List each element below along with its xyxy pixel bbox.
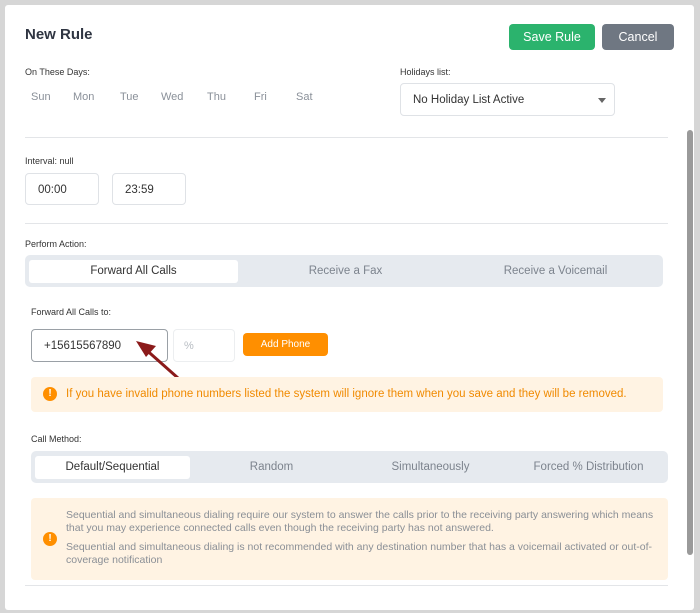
tab-forced-distribution[interactable]: Forced % Distribution xyxy=(511,456,666,479)
day-thu[interactable]: Thu xyxy=(207,91,226,103)
percent-input[interactable]: % xyxy=(173,329,235,362)
notice-text-1: Sequential and simultaneous dialing requ… xyxy=(66,509,654,534)
interval-label: Interval: null xyxy=(25,156,74,166)
holidays-select[interactable]: No Holiday List Active xyxy=(400,83,615,116)
save-rule-button[interactable]: Save Rule xyxy=(509,24,595,50)
call-method-tabs: Default/Sequential Random Simultaneously… xyxy=(31,451,668,483)
new-rule-modal: New Rule Save Rule Cancel On These Days:… xyxy=(5,5,694,610)
phone-number-input[interactable]: +15615567890 xyxy=(31,329,168,362)
days-label: On These Days: xyxy=(25,67,90,77)
day-sun[interactable]: Sun xyxy=(31,91,51,103)
divider xyxy=(25,223,668,224)
divider xyxy=(25,137,668,138)
page-title: New Rule xyxy=(25,26,93,43)
day-sat[interactable]: Sat xyxy=(296,91,313,103)
holidays-label: Holidays list: xyxy=(400,67,451,77)
end-time-input[interactable]: 23:59 xyxy=(112,173,186,205)
tab-random[interactable]: Random xyxy=(194,456,349,479)
chevron-down-icon xyxy=(598,98,606,103)
action-tabs: Forward All Calls Receive a Fax Receive … xyxy=(25,255,663,287)
add-phone-button[interactable]: Add Phone xyxy=(243,333,328,356)
tab-receive-fax[interactable]: Receive a Fax xyxy=(241,260,450,283)
invalid-phone-warning: ! If you have invalid phone numbers list… xyxy=(31,377,663,412)
tab-simultaneously[interactable]: Simultaneously xyxy=(353,456,508,479)
cancel-button[interactable]: Cancel xyxy=(602,24,674,50)
divider xyxy=(25,585,668,586)
day-fri[interactable]: Fri xyxy=(254,91,267,103)
call-method-label: Call Method: xyxy=(31,434,82,444)
dialing-notice: ! Sequential and simultaneous dialing re… xyxy=(31,498,668,580)
tab-forward-all-calls[interactable]: Forward All Calls xyxy=(29,260,238,283)
day-mon[interactable]: Mon xyxy=(73,91,94,103)
day-wed[interactable]: Wed xyxy=(161,91,183,103)
tab-receive-voicemail[interactable]: Receive a Voicemail xyxy=(451,260,660,283)
warning-icon: ! xyxy=(43,532,57,546)
notice-text-2: Sequential and simultaneous dialing is n… xyxy=(66,541,653,566)
warning-icon: ! xyxy=(43,387,57,401)
scrollbar[interactable] xyxy=(687,130,693,555)
day-tue[interactable]: Tue xyxy=(120,91,139,103)
perform-action-label: Perform Action: xyxy=(25,239,87,249)
start-time-input[interactable]: 00:00 xyxy=(25,173,99,205)
tab-default-sequential[interactable]: Default/Sequential xyxy=(35,456,190,479)
forward-to-label: Forward All Calls to: xyxy=(31,307,112,317)
holidays-selected-value: No Holiday List Active xyxy=(413,94,525,106)
warning-text: If you have invalid phone numbers listed… xyxy=(66,388,627,400)
